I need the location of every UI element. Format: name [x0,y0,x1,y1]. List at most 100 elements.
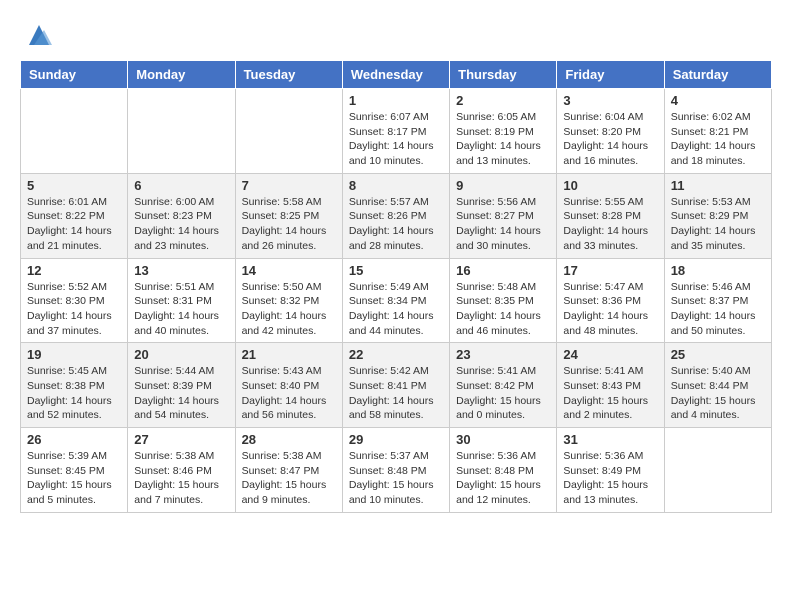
calendar-cell: 2 Sunrise: 6:05 AM Sunset: 8:19 PM Daylig… [450,89,557,174]
logo [20,20,54,50]
day-number: 5 [27,178,121,193]
day-info: Sunrise: 5:58 AM Sunset: 8:25 PM Dayligh… [242,195,336,254]
col-header-saturday: Saturday [664,61,771,89]
calendar-cell: 10 Sunrise: 5:55 AM Sunset: 8:28 PM Dayli… [557,173,664,258]
calendar-cell: 22 Sunrise: 5:42 AM Sunset: 8:41 PM Dayli… [342,343,449,428]
calendar-cell: 12 Sunrise: 5:52 AM Sunset: 8:30 PM Dayli… [21,258,128,343]
day-number: 26 [27,432,121,447]
day-number: 4 [671,93,765,108]
calendar-week-row: 26Sunrise: 5:39 AM Sunset: 8:45 PM Dayli… [21,428,772,513]
day-number: 12 [27,263,121,278]
calendar-cell: 13 Sunrise: 5:51 AM Sunset: 8:31 PM Dayli… [128,258,235,343]
calendar-cell: 26Sunrise: 5:39 AM Sunset: 8:45 PM Dayli… [21,428,128,513]
calendar-cell: 6Sunrise: 6:00 AM Sunset: 8:23 PM Daylig… [128,173,235,258]
day-info: Sunrise: 5:49 AM Sunset: 8:34 PM Dayligh… [349,280,443,339]
day-info: Sunrise: 6:04 AM Sunset: 8:20 PM Dayligh… [563,110,657,169]
calendar-cell: 16Sunrise: 5:48 AM Sunset: 8:35 PM Dayli… [450,258,557,343]
calendar-cell: 3 Sunrise: 6:04 AM Sunset: 8:20 PM Daylig… [557,89,664,174]
day-number: 30 [456,432,550,447]
page-header [20,20,772,50]
day-number: 28 [242,432,336,447]
day-info: Sunrise: 5:36 AM Sunset: 8:48 PM Dayligh… [456,449,550,508]
calendar-cell: 9 Sunrise: 5:56 AM Sunset: 8:27 PM Daylig… [450,173,557,258]
calendar-cell: 20 Sunrise: 5:44 AM Sunset: 8:39 PM Dayli… [128,343,235,428]
day-info: Sunrise: 5:51 AM Sunset: 8:31 PM Dayligh… [134,280,228,339]
calendar-cell [128,89,235,174]
day-info: Sunrise: 5:57 AM Sunset: 8:26 PM Dayligh… [349,195,443,254]
day-info: Sunrise: 6:05 AM Sunset: 8:19 PM Dayligh… [456,110,550,169]
day-number: 21 [242,347,336,362]
calendar-week-row: 19 Sunrise: 5:45 AM Sunset: 8:38 PM Dayli… [21,343,772,428]
day-number: 1 [349,93,443,108]
day-number: 27 [134,432,228,447]
day-info: Sunrise: 5:50 AM Sunset: 8:32 PM Dayligh… [242,280,336,339]
day-number: 31 [563,432,657,447]
day-number: 19 [27,347,121,362]
col-header-sunday: Sunday [21,61,128,89]
day-info: Sunrise: 5:38 AM Sunset: 8:46 PM Dayligh… [134,449,228,508]
calendar-cell: 19 Sunrise: 5:45 AM Sunset: 8:38 PM Dayli… [21,343,128,428]
day-info: Sunrise: 6:01 AM Sunset: 8:22 PM Dayligh… [27,195,121,254]
day-info: Sunrise: 6:02 AM Sunset: 8:21 PM Dayligh… [671,110,765,169]
day-number: 17 [563,263,657,278]
day-info: Sunrise: 5:43 AM Sunset: 8:40 PM Dayligh… [242,364,336,423]
calendar-cell: 18 Sunrise: 5:46 AM Sunset: 8:37 PM Dayli… [664,258,771,343]
day-info: Sunrise: 5:40 AM Sunset: 8:44 PM Dayligh… [671,364,765,423]
day-info: Sunrise: 6:00 AM Sunset: 8:23 PM Dayligh… [134,195,228,254]
day-info: Sunrise: 5:46 AM Sunset: 8:37 PM Dayligh… [671,280,765,339]
day-number: 10 [563,178,657,193]
day-info: Sunrise: 5:47 AM Sunset: 8:36 PM Dayligh… [563,280,657,339]
day-info: Sunrise: 5:38 AM Sunset: 8:47 PM Dayligh… [242,449,336,508]
day-info: Sunrise: 5:55 AM Sunset: 8:28 PM Dayligh… [563,195,657,254]
day-number: 14 [242,263,336,278]
calendar-cell: 14 Sunrise: 5:50 AM Sunset: 8:32 PM Dayli… [235,258,342,343]
day-number: 13 [134,263,228,278]
calendar-cell: 11 Sunrise: 5:53 AM Sunset: 8:29 PM Dayli… [664,173,771,258]
calendar-table: SundayMondayTuesdayWednesdayThursdayFrid… [20,60,772,513]
day-info: Sunrise: 5:52 AM Sunset: 8:30 PM Dayligh… [27,280,121,339]
day-info: Sunrise: 5:56 AM Sunset: 8:27 PM Dayligh… [456,195,550,254]
day-info: Sunrise: 5:42 AM Sunset: 8:41 PM Dayligh… [349,364,443,423]
day-number: 2 [456,93,550,108]
calendar-week-row: 1 Sunrise: 6:07 AM Sunset: 8:17 PM Daylig… [21,89,772,174]
day-number: 24 [563,347,657,362]
day-number: 18 [671,263,765,278]
day-number: 11 [671,178,765,193]
calendar-cell [235,89,342,174]
day-info: Sunrise: 5:45 AM Sunset: 8:38 PM Dayligh… [27,364,121,423]
day-number: 3 [563,93,657,108]
col-header-wednesday: Wednesday [342,61,449,89]
day-number: 8 [349,178,443,193]
day-info: Sunrise: 5:44 AM Sunset: 8:39 PM Dayligh… [134,364,228,423]
calendar-cell: 4 Sunrise: 6:02 AM Sunset: 8:21 PM Daylig… [664,89,771,174]
calendar-week-row: 5 Sunrise: 6:01 AM Sunset: 8:22 PM Daylig… [21,173,772,258]
calendar-cell: 17 Sunrise: 5:47 AM Sunset: 8:36 PM Dayli… [557,258,664,343]
calendar-cell: 21 Sunrise: 5:43 AM Sunset: 8:40 PM Dayli… [235,343,342,428]
day-number: 20 [134,347,228,362]
day-info: Sunrise: 5:37 AM Sunset: 8:48 PM Dayligh… [349,449,443,508]
col-header-monday: Monday [128,61,235,89]
calendar-cell: 8 Sunrise: 5:57 AM Sunset: 8:26 PM Daylig… [342,173,449,258]
calendar-cell: 27 Sunrise: 5:38 AM Sunset: 8:46 PM Dayli… [128,428,235,513]
day-info: Sunrise: 5:41 AM Sunset: 8:42 PM Dayligh… [456,364,550,423]
calendar-cell: 31 Sunrise: 5:36 AM Sunset: 8:49 PM Dayli… [557,428,664,513]
col-header-thursday: Thursday [450,61,557,89]
calendar-cell: 25 Sunrise: 5:40 AM Sunset: 8:44 PM Dayli… [664,343,771,428]
day-info: Sunrise: 5:36 AM Sunset: 8:49 PM Dayligh… [563,449,657,508]
col-header-friday: Friday [557,61,664,89]
day-info: Sunrise: 5:53 AM Sunset: 8:29 PM Dayligh… [671,195,765,254]
day-number: 15 [349,263,443,278]
day-number: 16 [456,263,550,278]
day-number: 25 [671,347,765,362]
logo-icon [24,20,54,50]
day-info: Sunrise: 5:41 AM Sunset: 8:43 PM Dayligh… [563,364,657,423]
calendar-cell: 30 Sunrise: 5:36 AM Sunset: 8:48 PM Dayli… [450,428,557,513]
day-number: 22 [349,347,443,362]
day-number: 9 [456,178,550,193]
calendar-cell: 15 Sunrise: 5:49 AM Sunset: 8:34 PM Dayli… [342,258,449,343]
calendar-cell [664,428,771,513]
calendar-cell: 7 Sunrise: 5:58 AM Sunset: 8:25 PM Daylig… [235,173,342,258]
day-number: 7 [242,178,336,193]
calendar-cell: 24 Sunrise: 5:41 AM Sunset: 8:43 PM Dayli… [557,343,664,428]
day-info: Sunrise: 6:07 AM Sunset: 8:17 PM Dayligh… [349,110,443,169]
